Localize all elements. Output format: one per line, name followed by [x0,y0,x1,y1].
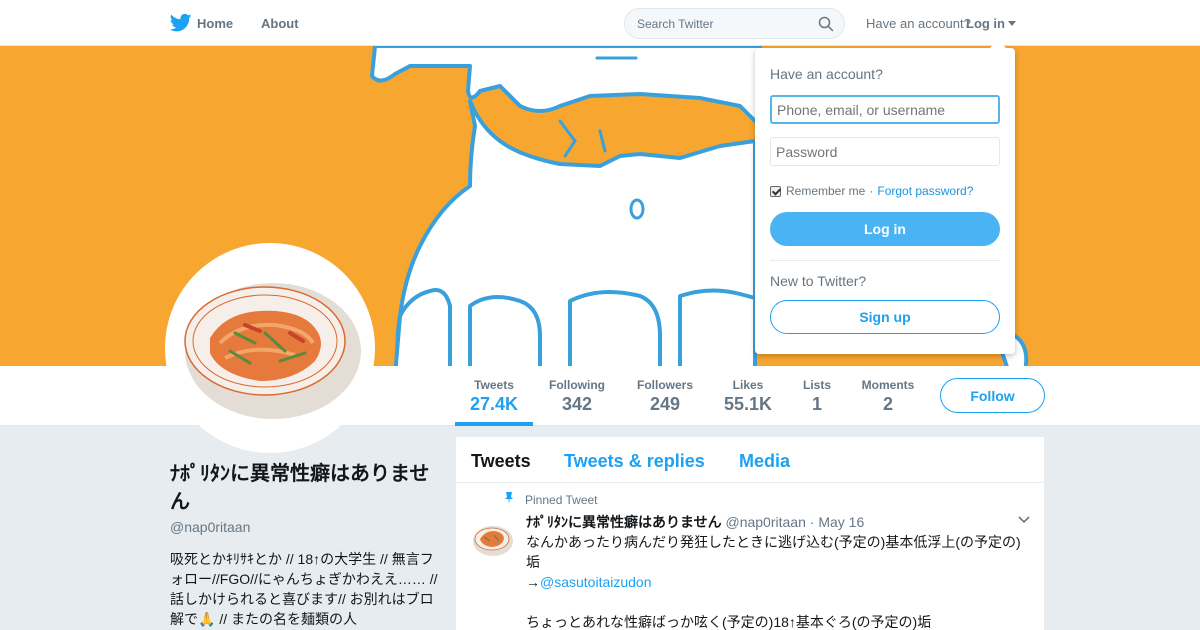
username-input[interactable] [770,95,1000,124]
caret-down-icon[interactable] [1008,21,1016,26]
napolitan-plate-illustration [184,283,361,419]
new-to-twitter-text: New to Twitter? [770,273,867,289]
tweet-mention-link[interactable]: @sasutoitaizudon [540,574,652,590]
stat-followers[interactable]: Followers 249 [630,378,700,415]
tweet-text: なんかあったり病んだり発狂したときに逃げ込む(予定の)基本低浮上(の予定の)垢 … [526,532,1026,630]
profile-avatar[interactable] [165,243,375,453]
remember-me-label[interactable]: Remember me [786,184,865,198]
tab-tweets[interactable]: Tweets [471,451,531,472]
remember-me-checkbox[interactable] [770,185,781,197]
tweet-line: →@sasutoitaizudon [526,572,1026,592]
stat-label: Moments [861,378,915,392]
follow-button[interactable]: Follow [940,378,1045,413]
stat-tweets[interactable]: Tweets 27.4K [456,378,532,415]
forgot-password-link[interactable]: Forgot password? [877,184,973,198]
stat-label: Followers [636,378,693,392]
tweet-author-handle[interactable]: @nap0ritaan [725,514,805,530]
stat-label: Tweets [474,378,514,392]
password-input[interactable] [770,137,1000,166]
nav-about-link[interactable]: About [261,16,299,31]
search-input[interactable]: Search Twitter [624,8,845,39]
stat-moments[interactable]: Moments 2 [856,378,920,415]
dropdown-title: Have an account? [770,66,883,82]
stat-following[interactable]: Following 342 [540,378,614,415]
search-placeholder: Search Twitter [637,17,714,31]
stat-label: Likes [732,378,764,392]
pinned-tweet-label: Pinned Tweet [525,493,598,507]
profile-bio: 吸死とかｷﾘｻｷとか // 18↑の大学生 // 無言フォロー//FGO//にゃ… [170,551,438,627]
search-icon[interactable] [818,16,834,32]
stat-value: 55.1K [723,394,773,414]
have-account-text: Have an account? [866,16,971,31]
tweet-line: ちょっとあれな性癖ばっか呟く(予定の)18↑基本ぐろ(の予定の)垢 [526,614,932,630]
login-button[interactable]: Log in [770,212,1000,246]
top-navigation-bar: Home About Search Twitter Have an accoun… [0,0,1200,46]
pin-icon [505,492,513,504]
dropdown-divider [770,260,1000,261]
timeline-tabs: Tweets Tweets & replies Media [456,437,1044,483]
signup-button[interactable]: Sign up [770,300,1000,334]
dropdown-arrow [990,40,1006,48]
stat-value: 1 [811,394,822,414]
profile-name: ﾅﾎﾟﾘﾀﾝに異常性癖はありません [170,463,430,513]
tab-media[interactable]: Media [739,451,790,472]
pinned-tweet[interactable]: Pinned Tweet ﾅﾎﾟﾘﾀﾝに異常性癖はありません @nap0rita… [456,483,1044,630]
login-dropdown: Have an account? Remember me · Forgot pa… [755,40,1015,354]
active-tab-indicator [455,422,533,426]
tweet-date[interactable]: May 16 [818,514,864,530]
tweet-header: ﾅﾎﾟﾘﾀﾝに異常性癖はありません @nap0ritaan · May 16 [526,512,864,532]
remember-me-row: Remember me · Forgot password? [770,184,973,198]
tweet-arrow: → [526,574,540,590]
stat-lists[interactable]: Lists 1 [797,378,837,415]
stat-label: Lists [802,378,831,392]
login-dropdown-toggle[interactable]: Log in [966,16,1005,31]
stat-likes[interactable]: Likes 55.1K [718,378,778,415]
separator-dot: · [869,184,874,198]
tab-tweets-replies[interactable]: Tweets & replies [564,451,705,472]
tweet-separator: · [809,514,815,530]
twitter-bird-icon[interactable] [170,13,192,33]
tweet-avatar[interactable] [470,517,516,563]
napolitan-plate-illustration [473,526,513,556]
stat-value: 2 [882,394,893,414]
nav-home-link[interactable]: Home [197,16,233,31]
stat-value: 27.4K [469,394,519,414]
stat-value: 342 [561,394,593,414]
tweet-author-name[interactable]: ﾅﾎﾟﾘﾀﾝに異常性癖はありません [526,514,722,530]
profile-handle[interactable]: @nap0ritaan [170,519,250,535]
timeline: Tweets Tweets & replies Media Pinned Twe… [456,437,1044,630]
tweet-line: なんかあったり病んだり発狂したときに逃げ込む(予定の)基本低浮上(の予定の)垢 [526,534,1021,570]
chevron-down-icon[interactable] [1017,515,1031,525]
stat-value: 249 [649,394,681,414]
stat-label: Following [549,378,605,392]
